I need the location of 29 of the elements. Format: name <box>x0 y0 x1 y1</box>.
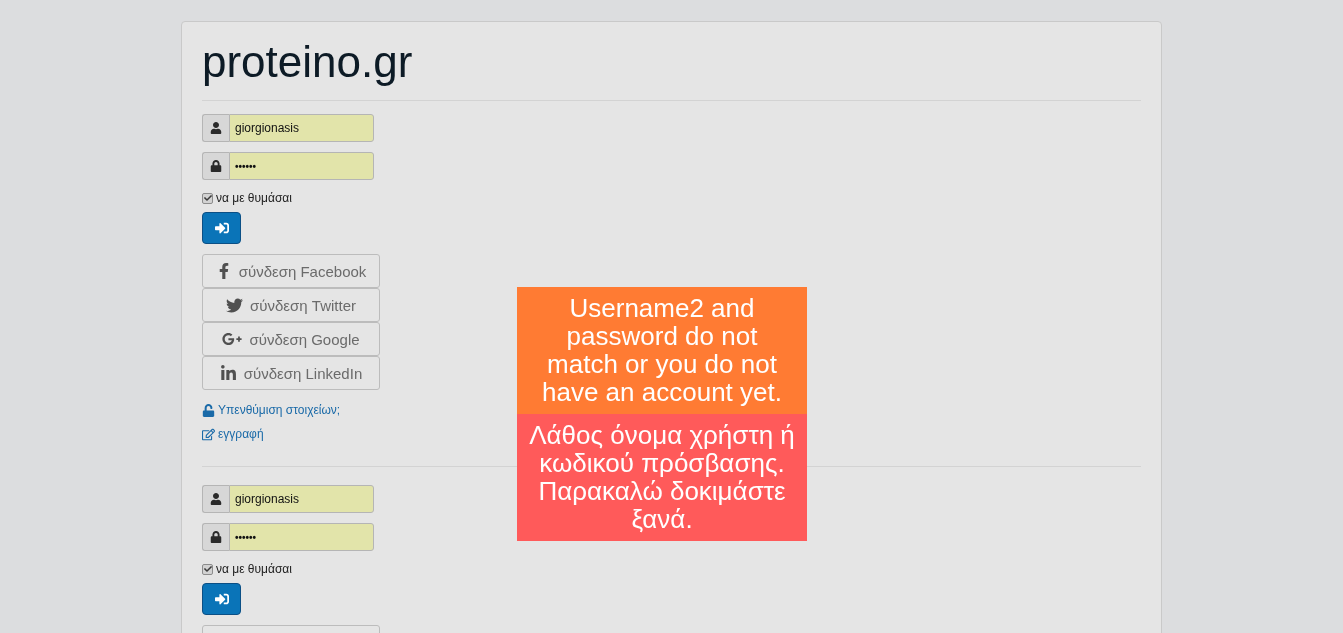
username-field[interactable]: giorgionasis <box>229 114 374 142</box>
linkedin-icon <box>219 364 237 382</box>
twitter-bird-icon <box>226 296 244 314</box>
error-message: Λάθος όνομα χρήστη ή κωδικού πρόσβασης. Παρακαλώ δοκιμάστε ξανά. <box>517 414 807 541</box>
sign-in-icon <box>214 221 229 235</box>
social-login-button[interactable]: σύνδεση Twitter <box>202 288 380 322</box>
error-message: Username2 and password do not match or you do not have an account yet. <box>517 287 807 414</box>
user-icon <box>202 485 229 513</box>
checkbox[interactable] <box>202 192 213 204</box>
unlock-icon <box>202 403 215 417</box>
password-field[interactable]: •••••• <box>229 523 374 551</box>
password-field[interactable]: •••••• <box>229 152 374 180</box>
sign-in-icon <box>214 592 229 606</box>
remember-me-label: να με θυμάσαι <box>216 562 292 576</box>
site-title: proteino.gr <box>202 36 414 88</box>
social-login-button[interactable]: σύνδεση LinkedIn <box>202 356 380 390</box>
remember-me-label: να με θυμάσαι <box>216 191 292 205</box>
username-field[interactable]: giorgionasis <box>229 485 374 513</box>
login-button[interactable] <box>202 212 241 244</box>
login-button[interactable] <box>202 583 241 615</box>
edit-icon <box>202 427 215 441</box>
social-login-button[interactable]: σύνδεση Facebook <box>202 254 380 288</box>
lock-icon <box>202 523 229 551</box>
register-link[interactable]: εγγραφή <box>202 422 264 446</box>
user-icon <box>202 114 229 142</box>
checkbox[interactable] <box>202 563 213 575</box>
reminder-link[interactable]: Υπενθύμιση στοιχείων; <box>202 398 341 422</box>
social-login-button[interactable]: σύνδεση Google <box>202 322 380 356</box>
lock-icon <box>202 152 229 180</box>
